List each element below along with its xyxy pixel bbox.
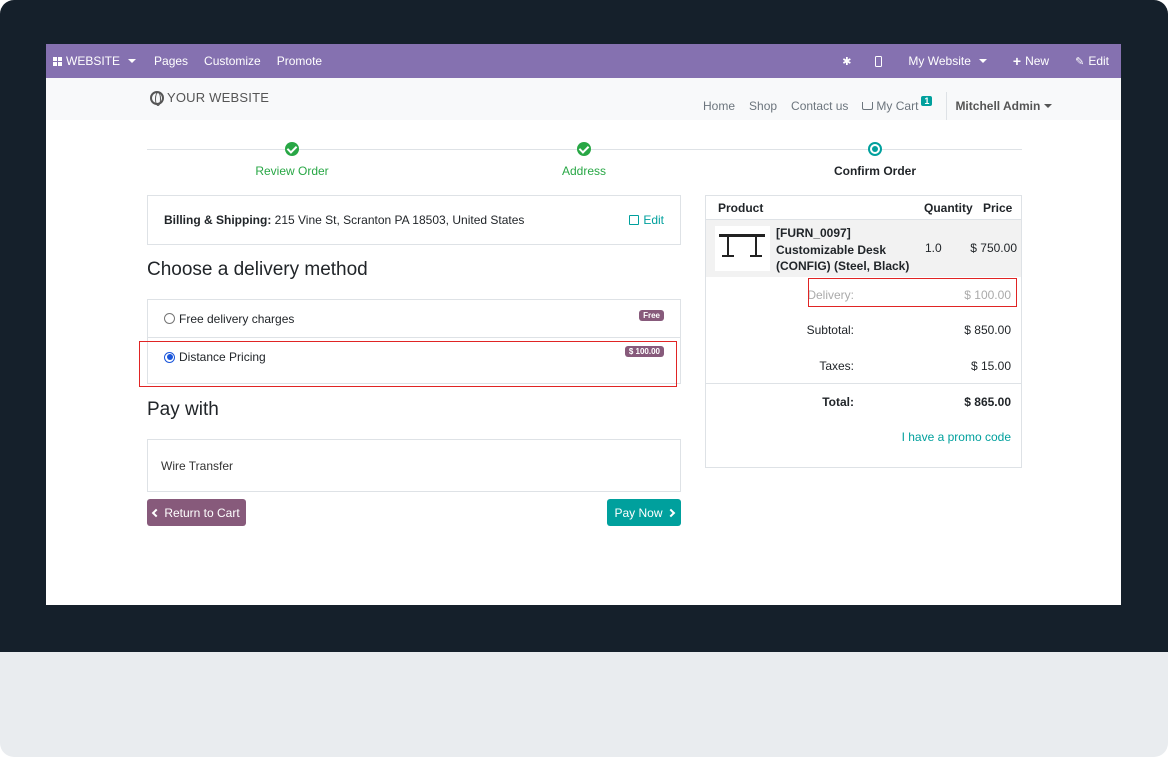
delivery-radio-free[interactable]	[164, 313, 175, 324]
edit-label: Edit	[1088, 54, 1109, 68]
table-row: [FURN_0097] Customizable Desk (CONFIG) (…	[706, 220, 1021, 277]
globe-icon	[150, 90, 164, 106]
total-label: Total:	[822, 395, 854, 409]
site-header: YOUR WEBSITE Home Shop Contact us My Car…	[46, 78, 1121, 120]
wizard-step-label: Review Order	[255, 164, 329, 178]
billing-shipping-box: Billing & Shipping: 215 Vine St, Scranto…	[147, 195, 681, 245]
nav-divider	[946, 92, 948, 120]
taxes-label: Taxes:	[819, 359, 854, 373]
customize-menu[interactable]: Customize	[196, 54, 269, 68]
my-website-label: My Website	[908, 54, 971, 68]
caret-down-icon	[128, 59, 137, 63]
my-website-menu[interactable]: My Website	[900, 54, 994, 68]
chevron-right-icon	[666, 508, 675, 517]
subtotal-label: Subtotal:	[806, 323, 854, 337]
caret-down-icon	[978, 59, 987, 63]
promo-code-link[interactable]: I have a promo code	[902, 430, 1011, 444]
wizard-step-label: Confirm Order	[833, 164, 916, 178]
summary-divider	[706, 383, 1021, 384]
col-product: Product	[718, 201, 764, 215]
promote-menu[interactable]: Promote	[269, 54, 330, 68]
edit-address-label: Edit	[643, 213, 664, 227]
wizard-step-review-order[interactable]: Review Order	[192, 142, 392, 178]
product-price: $ 750.00	[970, 241, 1017, 255]
payment-heading: Pay with	[147, 399, 219, 420]
col-quantity: Quantity	[924, 201, 973, 215]
main-nav: Home Shop Contact us My Cart 1 Mitchell …	[703, 92, 1053, 120]
mobile-preview-button[interactable]	[867, 55, 890, 67]
chevron-left-icon	[152, 508, 161, 517]
product-quantity: 1.0	[925, 241, 942, 255]
delivery-heading: Choose a delivery method	[147, 259, 368, 280]
cart-label: My Cart	[876, 99, 919, 113]
nav-my-cart[interactable]: My Cart 1	[862, 96, 933, 113]
browser-screen: WEBSITE Pages Customize Promote ✱ My Web…	[46, 44, 1121, 605]
user-menu[interactable]: Mitchell Admin	[955, 99, 1053, 113]
taxes-value: $ 15.00	[970, 359, 1011, 373]
payment-method-label: Wire Transfer	[161, 459, 234, 473]
caret-down-icon	[1044, 104, 1053, 108]
col-price: Price	[983, 201, 1013, 215]
cart-icon	[862, 102, 874, 110]
check-icon	[577, 142, 591, 156]
pencil-icon: ✎	[1075, 55, 1085, 68]
nav-shop[interactable]: Shop	[749, 99, 777, 113]
pay-now-label: Pay Now	[614, 505, 663, 520]
new-button[interactable]: + New	[1005, 54, 1057, 68]
current-step-icon	[868, 142, 882, 156]
pages-menu[interactable]: Pages	[146, 54, 196, 68]
website-menu-label: WEBSITE	[66, 54, 121, 68]
edit-button[interactable]: ✎ Edit	[1067, 54, 1117, 68]
wizard-step-confirm-order: Confirm Order	[775, 142, 975, 178]
edit-icon	[629, 215, 640, 225]
apps-grid-icon	[53, 56, 62, 66]
billing-label: Billing & Shipping:	[164, 213, 272, 227]
product-image	[715, 226, 770, 271]
delivery-option-label: Free delivery charges	[179, 311, 295, 326]
return-to-cart-label: Return to Cart	[164, 505, 240, 520]
pay-now-button[interactable]: Pay Now	[607, 499, 681, 526]
wizard-step-address[interactable]: Address	[484, 142, 684, 178]
edit-address-link[interactable]: Edit	[629, 213, 664, 227]
return-to-cart-button[interactable]: Return to Cart	[147, 499, 246, 526]
delivery-option-free[interactable]: Free delivery charges Free	[148, 300, 680, 338]
delivery-price-badge: Free	[639, 310, 664, 321]
monitor-stand	[0, 652, 1168, 757]
website-menu[interactable]: WEBSITE	[46, 54, 144, 68]
brand-text: YOUR WEBSITE	[167, 90, 270, 105]
product-name: [FURN_0097] Customizable Desk (CONFIG) (…	[776, 226, 910, 273]
nav-home[interactable]: Home	[703, 99, 735, 113]
check-icon	[285, 142, 299, 156]
bug-icon: ✱	[842, 55, 852, 68]
highlight-box	[808, 278, 1017, 307]
debug-button[interactable]: ✱	[834, 55, 859, 68]
new-label: New	[1025, 54, 1050, 68]
payment-method-wire-transfer[interactable]: Wire Transfer	[147, 439, 681, 492]
billing-address: 215 Vine St, Scranton PA 18503, United S…	[271, 213, 525, 227]
order-summary: Product Quantity Price [FURN_0097] Custo…	[705, 195, 1022, 468]
site-logo[interactable]: YOUR WEBSITE	[150, 90, 270, 106]
wizard-step-label: Address	[561, 164, 607, 178]
subtotal-value: $ 850.00	[964, 323, 1011, 337]
total-value: $ 865.00	[964, 395, 1011, 409]
mobile-icon	[875, 55, 883, 67]
cart-count-badge: 1	[921, 96, 933, 106]
plus-icon: +	[1012, 53, 1022, 69]
nav-contact-us[interactable]: Contact us	[791, 99, 848, 113]
highlight-box	[139, 341, 677, 387]
admin-bar: WEBSITE Pages Customize Promote ✱ My Web…	[46, 44, 1121, 78]
summary-header: Product Quantity Price	[706, 196, 1021, 220]
user-name: Mitchell Admin	[955, 99, 1041, 113]
